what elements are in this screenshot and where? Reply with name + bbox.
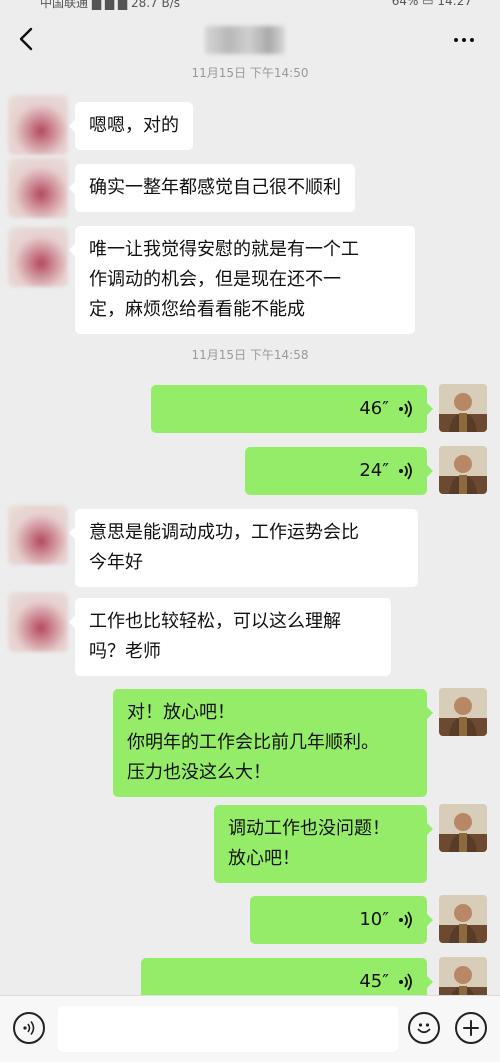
outgoing-voice-message[interactable]: 24″	[245, 447, 433, 495]
outgoing-message[interactable]: 调动工作也没问题！ 放心吧！	[214, 805, 433, 883]
contact-avatar[interactable]	[8, 505, 68, 565]
status-bar: 中国联通 ▆ ▆ ▆ 28.7 B/s 64% ▭ 14:27	[0, 0, 500, 14]
contact-avatar[interactable]	[8, 158, 68, 218]
contact-avatar[interactable]	[8, 227, 68, 287]
message-input[interactable]	[58, 1006, 398, 1052]
emoji-button[interactable]	[408, 1012, 440, 1044]
incoming-message[interactable]: 嗯嗯，对的	[69, 102, 193, 150]
chevron-left-icon	[19, 27, 33, 51]
incoming-message[interactable]: 确实一整年都感觉自己很不顺利	[69, 164, 355, 212]
emoji-icon	[417, 1023, 431, 1034]
my-avatar[interactable]	[439, 804, 487, 852]
voice-wave-icon	[399, 911, 412, 929]
voice-wave-icon	[399, 400, 412, 418]
incoming-message[interactable]: 工作也比较轻松，可以这么理解 吗？老师	[69, 598, 391, 676]
my-avatar[interactable]	[439, 446, 487, 494]
outgoing-message[interactable]: 对！放心吧！ 你明年的工作会比前几年顺利。 压力也没这么大！	[113, 689, 433, 797]
voice-wave-icon	[399, 973, 412, 991]
back-button[interactable]	[12, 24, 40, 54]
outgoing-voice-message[interactable]: 10″	[250, 896, 433, 944]
incoming-message[interactable]: 意思是能调动成功，工作运势会比 今年好	[69, 509, 418, 587]
input-bar	[0, 995, 500, 1062]
voice-duration: 24″	[359, 460, 389, 481]
voice-wave-icon	[399, 462, 412, 480]
more-button[interactable]	[450, 30, 478, 50]
more-dots-icon	[454, 38, 458, 42]
plus-button[interactable]	[455, 1012, 487, 1044]
voice-toggle-button[interactable]	[13, 1012, 45, 1044]
battery-time-text: 64% ▭ 14:27	[391, 0, 472, 8]
timestamp: 11月15日 下午14:50	[191, 66, 309, 80]
voice-duration: 45″	[359, 971, 389, 992]
voice-duration: 46″	[359, 398, 389, 419]
incoming-message[interactable]: 唯一让我觉得安慰的就是有一个工 作调动的机会，但是现在还不一 定，麻烦您给看看能…	[69, 226, 415, 334]
carrier-text: 中国联通 ▆ ▆ ▆ 28.7 B/s	[40, 0, 181, 10]
chat-header	[0, 14, 500, 64]
my-avatar[interactable]	[439, 384, 487, 432]
outgoing-voice-message[interactable]: 46″	[151, 385, 433, 433]
voice-duration: 10″	[359, 909, 389, 930]
timestamp: 11月15日 下午14:58	[191, 348, 309, 362]
contact-avatar[interactable]	[8, 592, 68, 652]
voice-icon	[23, 1021, 35, 1035]
chat-title-blurred	[205, 26, 285, 54]
plus-icon	[463, 1020, 479, 1036]
my-avatar[interactable]	[439, 688, 487, 736]
my-avatar[interactable]	[439, 895, 487, 943]
contact-avatar[interactable]	[8, 95, 68, 155]
